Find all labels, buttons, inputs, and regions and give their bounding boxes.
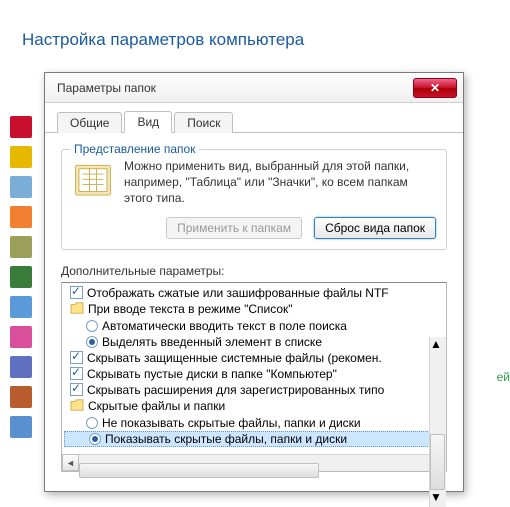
- dialog-body: Представление папок Можно применить вид,…: [45, 133, 463, 482]
- tree-item[interactable]: Не показывать скрытые файлы, папки и дис…: [62, 415, 446, 431]
- tree-item-label: Отображать сжатые или зашифрованные файл…: [87, 286, 389, 300]
- tree-item-label: При вводе текста в режиме "Список": [88, 302, 293, 316]
- dialog-title: Параметры папок: [57, 81, 413, 95]
- sidebar-app-icon[interactable]: [10, 356, 32, 378]
- sidebar-app-icon[interactable]: [10, 176, 32, 198]
- checkbox[interactable]: [70, 286, 83, 299]
- tree-item[interactable]: Автоматически вводить текст в поле поиск…: [62, 318, 446, 334]
- group-description: Можно применить вид, выбранный для этой …: [124, 158, 436, 207]
- scrollbar-thumb[interactable]: [79, 463, 319, 478]
- folder-views-group: Представление папок Можно применить вид,…: [61, 149, 447, 250]
- sidebar-app-icon[interactable]: [10, 296, 32, 318]
- scrollbar-thumb[interactable]: [430, 434, 445, 490]
- sidebar-app-icon[interactable]: [10, 206, 32, 228]
- page-title: Настройка параметров компьютера: [22, 30, 304, 50]
- tree-item[interactable]: Отображать сжатые или зашифрованные файл…: [62, 285, 446, 301]
- tab-strip: ОбщиеВидПоиск: [45, 103, 463, 133]
- tree-item-label: Выделять введенный элемент в списке: [102, 335, 322, 349]
- sidebar-app-icon[interactable]: [10, 116, 32, 138]
- checkbox[interactable]: [70, 351, 83, 364]
- tree-item[interactable]: При вводе текста в режиме "Список": [62, 301, 446, 318]
- tree-item-label: Автоматически вводить текст в поле поиск…: [102, 319, 347, 333]
- close-icon: ✕: [430, 81, 440, 95]
- radio[interactable]: [86, 336, 98, 348]
- tree-item[interactable]: Показывать скрытые файлы, папки и диски: [64, 431, 444, 447]
- tab-general[interactable]: Общие: [57, 112, 122, 133]
- radio[interactable]: [86, 417, 98, 429]
- group-legend: Представление папок: [70, 142, 199, 156]
- tree-item-label: Не показывать скрытые файлы, папки и дис…: [102, 416, 361, 430]
- tab-search[interactable]: Поиск: [174, 112, 233, 133]
- tree-item-label: Скрывать защищенные системные файлы (рек…: [87, 351, 382, 365]
- folder-icon: [72, 160, 114, 202]
- tree-item[interactable]: Скрывать расширения для зарегистрированн…: [62, 382, 446, 398]
- reset-folders-button[interactable]: Сброс вида папок: [314, 217, 436, 239]
- scroll-down-arrow[interactable]: ▼: [430, 490, 447, 507]
- radio[interactable]: [89, 433, 101, 445]
- apply-to-folders-button: Применить к папкам: [166, 217, 302, 239]
- tree-item[interactable]: Скрывать защищенные системные файлы (рек…: [62, 350, 446, 366]
- tree-item[interactable]: Скрывать пустые диски в папке "Компьютер…: [62, 366, 446, 382]
- titlebar: Параметры папок ✕: [45, 73, 463, 103]
- sidebar-app-icon[interactable]: [10, 236, 32, 258]
- tree-item[interactable]: Выделять введенный элемент в списке: [62, 334, 446, 350]
- folder-options-dialog: Параметры папок ✕ ОбщиеВидПоиск Представ…: [44, 72, 464, 492]
- checkbox[interactable]: [70, 367, 83, 380]
- horizontal-scrollbar[interactable]: ◄ ►: [62, 454, 446, 471]
- vertical-scrollbar[interactable]: ▲ ▼: [429, 337, 446, 507]
- sidebar-app-icon[interactable]: [10, 326, 32, 348]
- advanced-settings-tree[interactable]: Отображать сжатые или зашифрованные файл…: [61, 282, 447, 472]
- sidebar-app-icon[interactable]: [10, 386, 32, 408]
- folder-icon: [70, 302, 84, 317]
- radio[interactable]: [86, 320, 98, 332]
- scroll-up-arrow[interactable]: ▲: [430, 337, 447, 354]
- tab-view[interactable]: Вид: [124, 111, 172, 133]
- tree-item-label: Скрывать пустые диски в папке "Компьютер…: [87, 367, 337, 381]
- sidebar-app-icon[interactable]: [10, 416, 32, 438]
- sidebar-icon-strip: [10, 116, 34, 438]
- tree-item[interactable]: Скрытые файлы и папки: [62, 398, 446, 415]
- scroll-left-arrow[interactable]: ◄: [62, 454, 79, 471]
- background-fragment: ей: [497, 370, 510, 384]
- close-button[interactable]: ✕: [413, 78, 457, 98]
- scrollbar-track[interactable]: [430, 354, 446, 490]
- sidebar-app-icon[interactable]: [10, 146, 32, 168]
- checkbox[interactable]: [70, 383, 83, 396]
- tree-item-label: Показывать скрытые файлы, папки и диски: [105, 432, 347, 446]
- tree-item-label: Скрывать расширения для зарегистрированн…: [87, 383, 384, 397]
- tree-item-label: Скрытые файлы и папки: [88, 399, 225, 413]
- advanced-settings-label: Дополнительные параметры:: [61, 264, 447, 278]
- folder-icon: [70, 399, 84, 414]
- sidebar-app-icon[interactable]: [10, 266, 32, 288]
